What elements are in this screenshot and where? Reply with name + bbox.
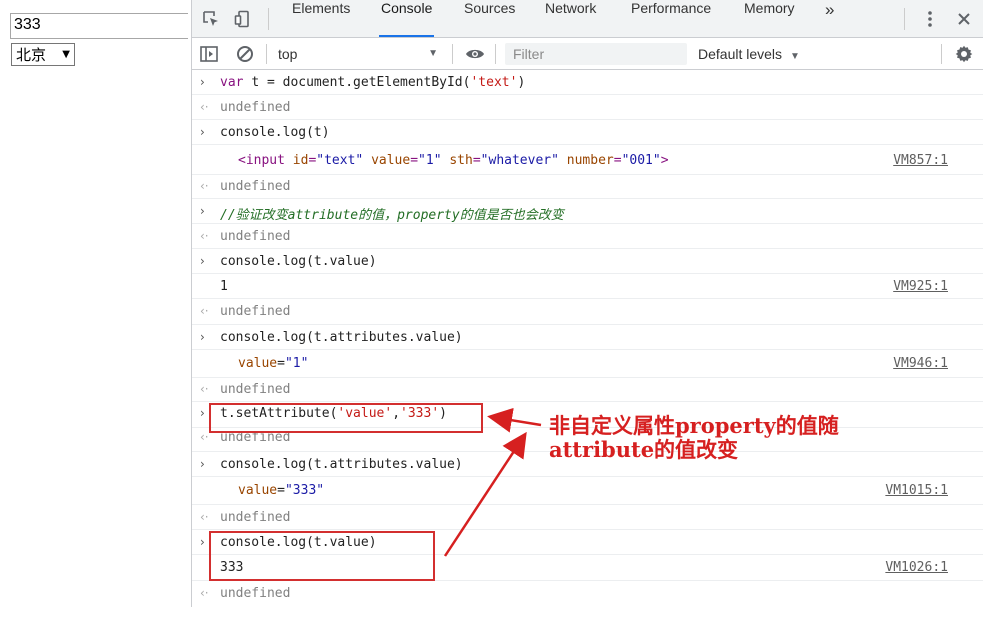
annotation-arrows xyxy=(443,407,542,557)
arrow-from-value xyxy=(443,431,527,557)
annotation-line-2: attribute的值改变 xyxy=(549,437,739,462)
annotation-text: 非自定义属性property的值随 attribute的值改变 xyxy=(549,414,909,462)
annotation-line-1: 非自定义属性property的值随 xyxy=(549,413,839,438)
arrow-to-setattribute xyxy=(487,407,542,433)
